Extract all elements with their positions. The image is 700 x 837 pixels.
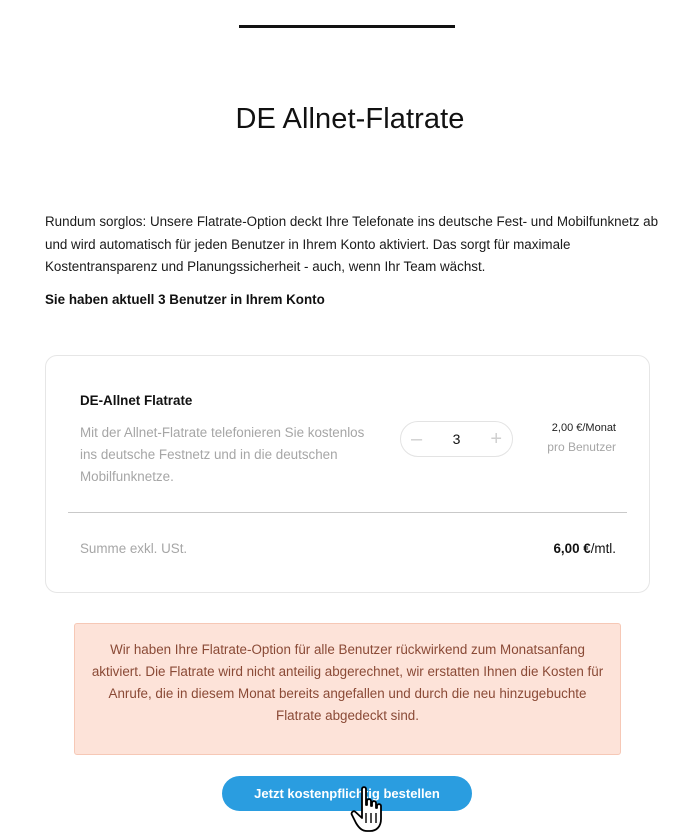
price-unit: pro Benutzer [547, 440, 616, 454]
card-divider [68, 512, 627, 513]
flatrate-card: DE-Allnet Flatrate Mit der Allnet-Flatra… [45, 355, 650, 593]
product-description: Mit der Allnet-Flatrate telefonieren Sie… [80, 425, 365, 484]
sum-suffix: /mtl. [590, 541, 616, 556]
notice-box: Wir haben Ihre Flatrate-Option für alle … [74, 623, 621, 755]
notice-text: Wir haben Ihre Flatrate-Option für alle … [91, 642, 604, 723]
product-name: DE-Allnet Flatrate [80, 393, 193, 408]
top-divider-bar [239, 25, 455, 28]
plus-icon[interactable]: + [490, 428, 502, 450]
hand-pointer-icon [350, 786, 382, 832]
page-title: DE Allnet-Flatrate [235, 103, 465, 135]
sum-value: 6,00 €/mtl. [553, 541, 616, 556]
sum-label: Summe exkl. USt. [80, 541, 188, 556]
order-button[interactable]: Jetzt kostenpflichtig bestellen [222, 776, 472, 811]
sum-amount: 6,00 € [553, 541, 591, 556]
intro-text: Rundum sorglos: Unsere Flatrate-Option d… [45, 214, 659, 274]
user-count-text: Sie haben aktuell 3 Benutzer in Ihrem Ko… [45, 292, 325, 307]
quantity-stepper[interactable]: – 3 + [400, 421, 513, 457]
price-per-month: 2,00 €/Monat [551, 422, 616, 434]
